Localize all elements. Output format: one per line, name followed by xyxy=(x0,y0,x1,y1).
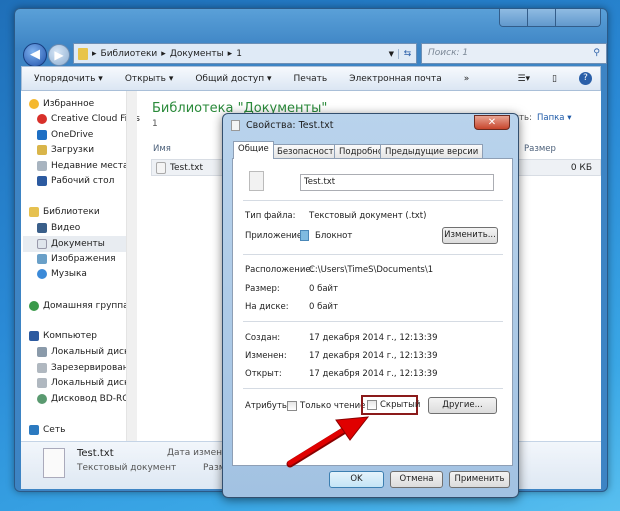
annotation-arrow xyxy=(286,416,370,468)
tab-general[interactable]: Общие xyxy=(233,141,274,159)
